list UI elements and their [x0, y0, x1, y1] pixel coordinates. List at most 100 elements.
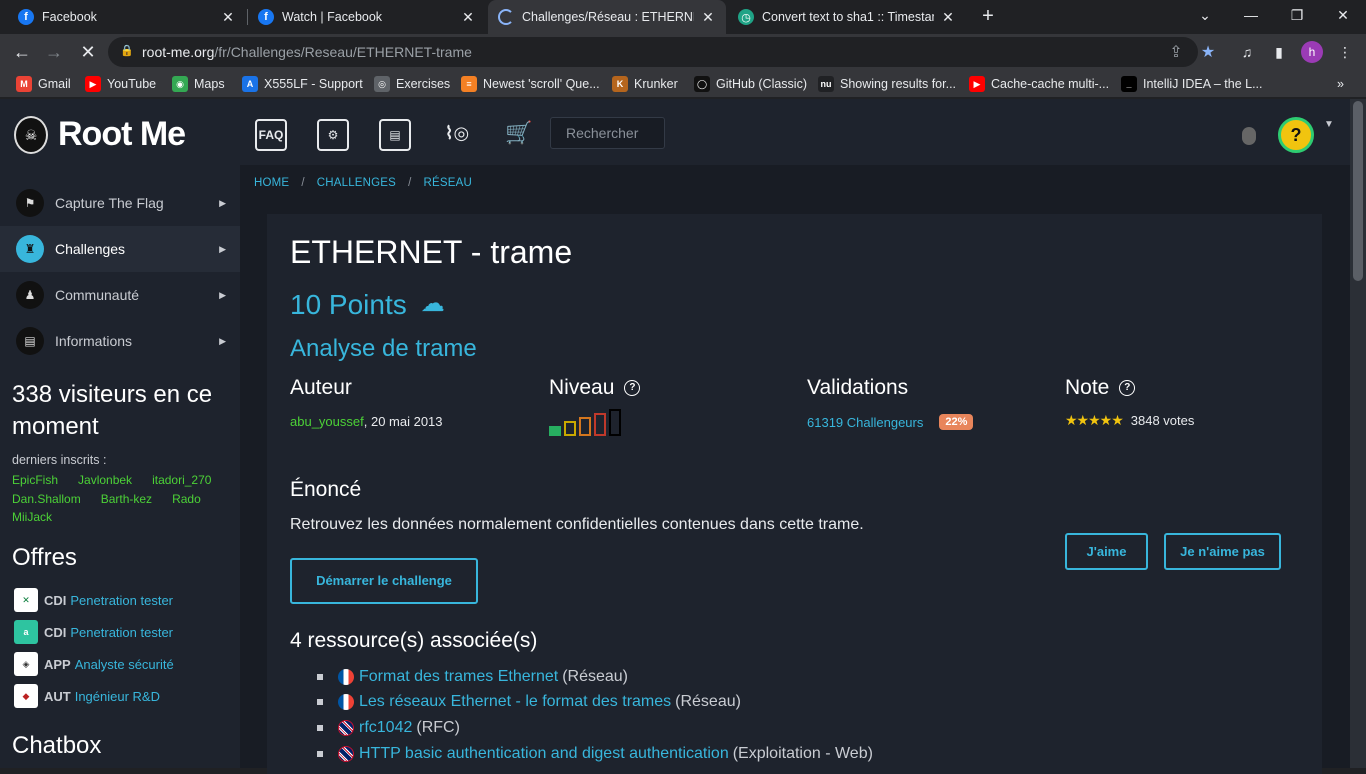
bookmark-label: IntelliJ IDEA – the L...	[1143, 77, 1263, 91]
sidebar-item-communaute[interactable]: ♟ Communauté ▶	[0, 272, 240, 318]
french-flag-icon	[338, 694, 354, 711]
bookmark-results[interactable]: nu Showing results for...	[818, 75, 956, 93]
offre-link[interactable]: Penetration tester	[70, 625, 173, 640]
forward-button[interactable]: →	[43, 41, 65, 63]
sidebar-item-ctf[interactable]: ⚑ Capture The Flag ▶	[0, 180, 240, 226]
tab-title: Facebook	[42, 10, 97, 24]
offre-item[interactable]: a CDI Penetration tester	[14, 620, 173, 644]
minimize-button[interactable]: —	[1228, 0, 1274, 32]
bookmark-github[interactable]: ◯ GitHub (Classic)	[694, 75, 807, 93]
bookmark-star-icon[interactable]: ★	[1198, 42, 1218, 62]
bookmark-exercises[interactable]: ◎ Exercises	[374, 75, 450, 93]
share-icon[interactable]: ⇪	[1166, 42, 1186, 62]
bookmark-krunker[interactable]: K Krunker	[612, 75, 678, 93]
close-icon[interactable]: ✕	[700, 9, 716, 26]
bookmarks-bar: M Gmail ▶ YouTube ◉ Maps A X555LF - Support …	[0, 70, 1366, 98]
chevron-down-icon[interactable]: ▼	[1324, 119, 1334, 130]
tab-rootme-challenge[interactable]: Challenges/Réseau : ETHERNET - trame ✕	[488, 0, 726, 34]
user-link[interactable]: itadori_270	[152, 473, 211, 487]
level-bar	[594, 413, 606, 436]
youtube-icon: ▶	[85, 76, 101, 92]
profile-avatar[interactable]: h	[1301, 41, 1323, 63]
bookmark-asus[interactable]: A X555LF - Support	[242, 75, 363, 93]
user-link[interactable]: Javlonbek	[78, 473, 132, 487]
offre-item[interactable]: ◆ AUT Ingénieur R&D	[14, 684, 160, 708]
dislike-button[interactable]: Je n'aime pas	[1164, 533, 1281, 570]
resource-category: (Réseau)	[675, 693, 741, 711]
tab-search-button[interactable]: ⌄	[1182, 0, 1228, 32]
breadcrumb-home[interactable]: HOME	[254, 177, 289, 189]
close-icon[interactable]: ✕	[460, 9, 476, 26]
signal-icon[interactable]: ⌇◎	[441, 119, 473, 151]
resource-link[interactable]: Format des trames Ethernet	[359, 668, 558, 686]
restore-button[interactable]: ❐	[1274, 0, 1320, 32]
bookmark-label: Cache-cache multi-...	[991, 77, 1110, 91]
offre-link[interactable]: Penetration tester	[70, 593, 173, 608]
side-panel-icon[interactable]: ▮	[1269, 42, 1289, 62]
url-text[interactable]: root-me.org/fr/Challenges/Reseau/ETHERNE…	[142, 44, 472, 60]
like-button[interactable]: J'aime	[1065, 533, 1148, 570]
bookmark-gmail[interactable]: M Gmail	[16, 75, 71, 93]
bookmark-cache[interactable]: ▶ Cache-cache multi-...	[969, 75, 1109, 93]
close-icon[interactable]: ✕	[220, 9, 236, 26]
tab-watch-facebook[interactable]: f Watch | Facebook ✕	[248, 0, 486, 34]
bookmark-youtube[interactable]: ▶ YouTube	[85, 75, 156, 93]
tab-title: Watch | Facebook	[282, 10, 383, 24]
offre-item[interactable]: ✕ CDI Penetration tester	[14, 588, 173, 612]
tab-sha1[interactable]: ◷ Convert text to sha1 :: Timestamp ✕	[728, 0, 966, 34]
tab-facebook[interactable]: f Facebook ✕	[8, 0, 246, 34]
user-link[interactable]: Dan.Shallom	[12, 492, 81, 506]
address-bar[interactable]: 🔒 root-me.org/fr/Challenges/Reseau/ETHER…	[108, 37, 1215, 67]
bookmarks-overflow-icon[interactable]: »	[1337, 75, 1344, 93]
scrollbar-thumb[interactable]	[1353, 101, 1363, 281]
bookmark-stackoverflow[interactable]: ≡ Newest 'scroll' Que...	[461, 75, 600, 93]
validations-link[interactable]: 61319 Challengeurs	[807, 415, 923, 430]
new-tab-button[interactable]: +	[978, 5, 998, 27]
user-link[interactable]: EpicFish	[12, 473, 58, 487]
resource-category: (Exploitation - Web)	[732, 744, 873, 762]
breadcrumb-reseau[interactable]: RÉSEAU	[423, 177, 472, 189]
author-label: Auteur	[290, 376, 352, 399]
faq-icon[interactable]: FAQ	[255, 119, 287, 151]
resource-category: (Réseau)	[562, 667, 628, 685]
resource-link[interactable]: Les réseaux Ethernet - le format des tra…	[359, 693, 671, 711]
sidebar-item-informations[interactable]: ▤ Informations ▶	[0, 318, 240, 364]
resource-link[interactable]: HTTP basic authentication and digest aut…	[359, 745, 729, 763]
help-icon[interactable]: ?	[624, 380, 641, 396]
rootme-logo[interactable]: ☠ Root Me	[14, 115, 186, 154]
validations-label: Validations	[807, 376, 909, 399]
menu-icon[interactable]: ⋮	[1335, 42, 1355, 62]
user-link[interactable]: MiiJack	[12, 510, 52, 524]
sidebar-item-challenges[interactable]: ♜ Challenges ▶	[0, 226, 240, 272]
offre-link[interactable]: Ingénieur R&D	[75, 689, 160, 704]
info-icon: ▤	[16, 327, 44, 355]
stop-loading-button[interactable]: ✕	[77, 41, 99, 63]
page-scrollbar[interactable]	[1350, 99, 1366, 768]
user-link[interactable]: Barth-kez	[101, 492, 152, 506]
media-control-icon[interactable]: ♫	[1237, 42, 1257, 62]
user-link[interactable]: Rado	[172, 492, 201, 506]
tools-icon[interactable]: ⚙	[317, 119, 349, 151]
cart-icon[interactable]: 🛒	[503, 119, 535, 151]
close-window-button[interactable]: ✕	[1320, 0, 1366, 32]
bookmark-intellij[interactable]: _ IntelliJ IDEA – the L...	[1121, 75, 1263, 93]
theme-toggle[interactable]	[1242, 127, 1256, 145]
help-icon[interactable]: ?	[1119, 380, 1136, 396]
author-link[interactable]: abu_youssef	[290, 414, 364, 429]
offre-item[interactable]: ◈ APP Analyste sécurité	[14, 652, 174, 676]
back-button[interactable]: ←	[11, 41, 33, 63]
level-section: Niveau?	[549, 376, 641, 436]
recent-users-list: EpicFish Javlonbek itadori_270 Dan.Shallom…	[12, 471, 232, 527]
documents-icon[interactable]: ▤	[379, 119, 411, 151]
breadcrumb-challenges[interactable]: CHALLENGES	[317, 177, 396, 189]
user-avatar[interactable]: ?	[1278, 117, 1314, 153]
search-input[interactable]	[550, 117, 665, 149]
close-icon[interactable]: ✕	[940, 9, 956, 26]
lock-icon[interactable]: 🔒	[120, 44, 134, 58]
offre-link[interactable]: Analyste sécurité	[75, 657, 174, 672]
resource-link[interactable]: rfc1042	[359, 719, 412, 737]
bookmark-maps[interactable]: ◉ Maps	[172, 75, 225, 93]
challenge-category[interactable]: Analyse de trame	[290, 335, 477, 363]
start-challenge-button[interactable]: Démarrer le challenge	[290, 558, 478, 604]
level-bars	[549, 408, 640, 436]
